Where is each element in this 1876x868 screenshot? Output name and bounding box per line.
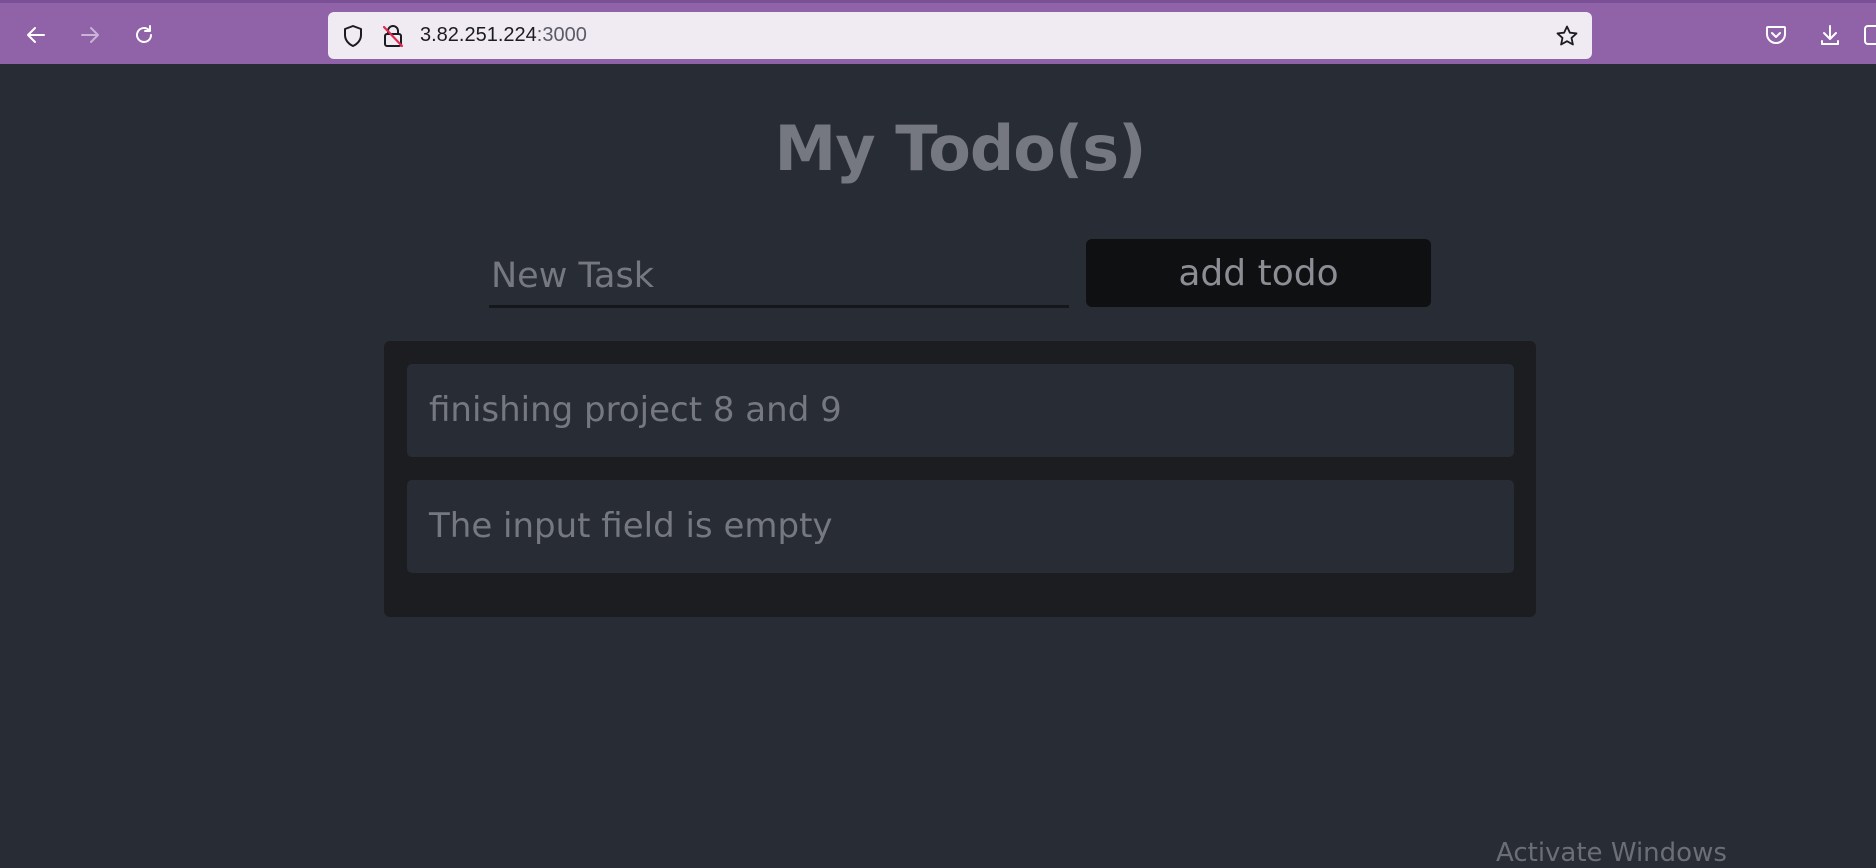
todo-item[interactable]: The input field is empty [407,480,1514,573]
url-text[interactable]: 3.82.251.224:3000 [420,12,587,59]
pocket-icon[interactable] [1756,15,1796,55]
activate-windows-watermark: Activate Windows [1496,838,1727,868]
todo-item[interactable]: finishing project 8 and 9 [407,364,1514,457]
add-todo-button[interactable]: add todo [1086,239,1431,307]
overflow-menu-icon[interactable] [1864,25,1876,45]
address-bar[interactable]: 3.82.251.224:3000 [328,12,1592,59]
todo-list: finishing project 8 and 9 The input fiel… [384,341,1536,617]
page-title: My Todo(s) [774,112,1147,185]
forward-arrow-icon[interactable] [70,15,110,55]
download-icon[interactable] [1810,15,1850,55]
insecure-lock-icon[interactable] [380,23,406,49]
browser-toolbar: 3.82.251.224:3000 [0,0,1876,64]
url-host: 3.82.251.224 [420,24,537,46]
shield-icon[interactable] [340,23,366,49]
back-arrow-icon[interactable] [16,15,56,55]
star-icon[interactable] [1554,23,1580,49]
url-port: :3000 [536,24,587,46]
new-task-input[interactable] [489,246,1069,308]
reload-icon[interactable] [124,15,164,55]
